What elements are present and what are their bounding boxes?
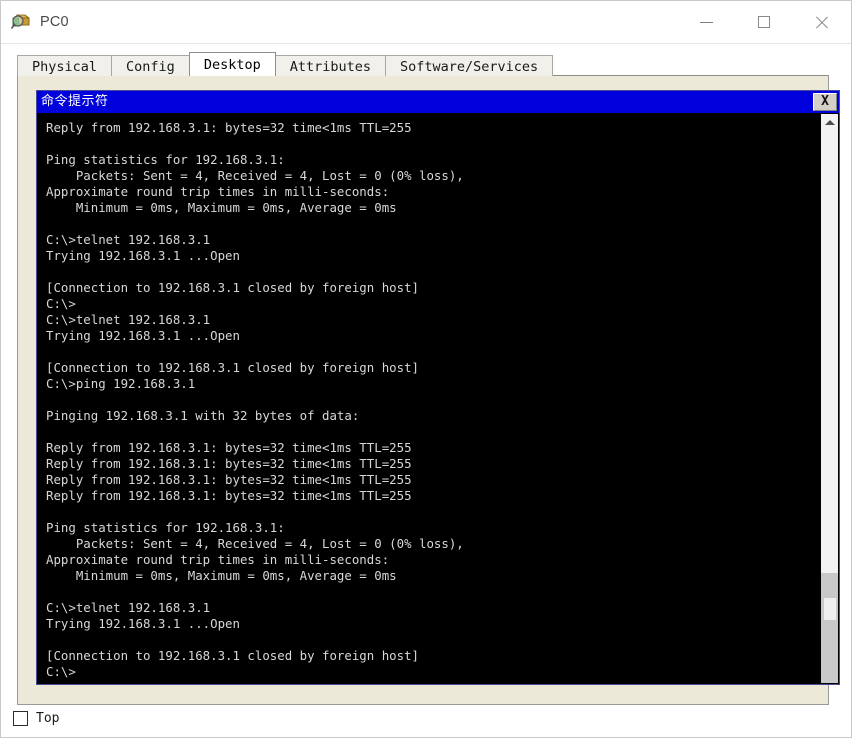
scrollbar-up-button[interactable] <box>821 114 838 131</box>
terminal-output[interactable]: Reply from 192.168.3.1: bytes=32 time<1m… <box>38 114 820 683</box>
minimize-button[interactable] <box>677 1 735 43</box>
tab-bar: Physical Config Desktop Attributes Softw… <box>17 52 839 76</box>
tab-software-services[interactable]: Software/Services <box>385 55 554 76</box>
command-prompt-body: Reply from 192.168.3.1: bytes=32 time<1m… <box>37 113 839 684</box>
maximize-icon <box>758 16 770 28</box>
scrollbar-track[interactable] <box>821 131 838 683</box>
terminal-scrollbar[interactable] <box>820 114 838 683</box>
desktop-panel: 命令提示符 X Reply from 192.168.3.1: bytes=32… <box>17 75 840 705</box>
command-prompt-title: 命令提示符 <box>41 94 109 109</box>
titlebar-left-group: PC0 <box>1 12 69 32</box>
minimize-icon <box>699 21 713 23</box>
window-title: PC0 <box>40 14 69 30</box>
command-prompt-titlebar: 命令提示符 X <box>37 91 839 113</box>
command-prompt-close-button[interactable]: X <box>813 93 837 111</box>
tab-desktop[interactable]: Desktop <box>188 52 276 76</box>
footer-bar: Top <box>13 707 59 729</box>
tab-config[interactable]: Config <box>111 55 190 76</box>
command-prompt-window: 命令提示符 X Reply from 192.168.3.1: bytes=32… <box>36 90 840 685</box>
tab-attributes[interactable]: Attributes <box>274 55 386 76</box>
tab-physical[interactable]: Physical <box>17 55 113 76</box>
packet-tracer-device-icon <box>10 12 32 32</box>
top-checkbox[interactable] <box>13 710 28 726</box>
pc0-window: PC0 Physical Config Desktop Attributes S… <box>0 0 852 738</box>
scrollbar-thumb[interactable] <box>821 573 838 683</box>
window-controls <box>677 1 851 43</box>
close-icon <box>814 14 830 30</box>
window-body: Physical Config Desktop Attributes Softw… <box>1 44 851 737</box>
scrollbar-thumb-grip <box>824 598 836 620</box>
maximize-button[interactable] <box>735 1 793 43</box>
window-titlebar: PC0 <box>1 1 851 44</box>
chevron-up-icon <box>824 120 835 125</box>
close-button[interactable] <box>793 1 851 43</box>
top-checkbox-label: Top <box>36 710 60 726</box>
